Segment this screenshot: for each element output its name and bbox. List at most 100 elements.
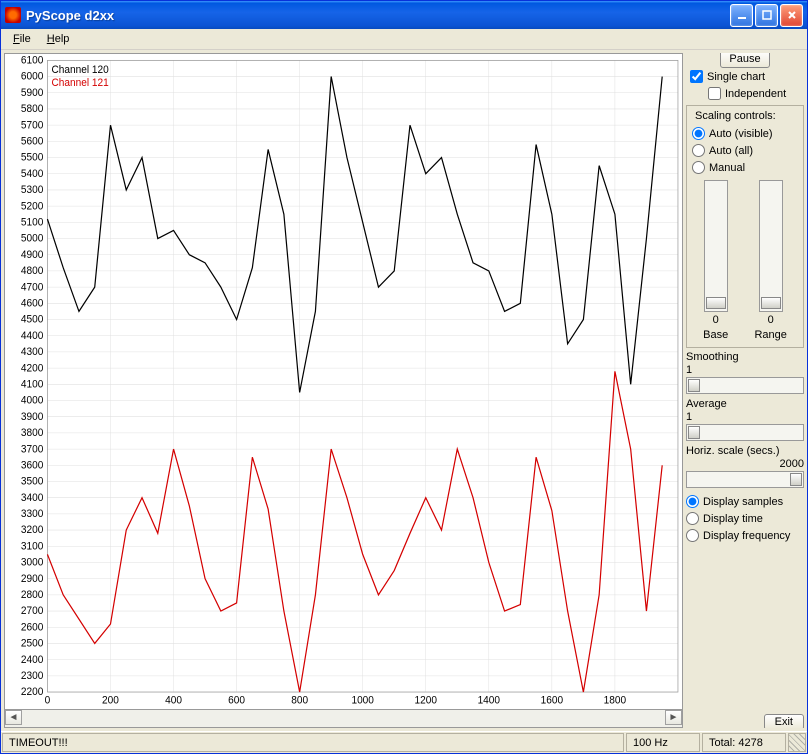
svg-text:400: 400 <box>165 696 182 707</box>
average-slider[interactable] <box>686 424 804 441</box>
svg-text:5000: 5000 <box>21 234 44 245</box>
close-button[interactable] <box>780 4 803 27</box>
svg-text:4600: 4600 <box>21 298 44 309</box>
svg-text:1600: 1600 <box>541 696 564 707</box>
minimize-button[interactable] <box>730 4 753 27</box>
status-message: TIMEOUT!!! <box>2 733 624 752</box>
svg-text:4900: 4900 <box>21 250 44 261</box>
svg-text:2400: 2400 <box>21 655 44 666</box>
radio-auto-all[interactable] <box>692 144 705 157</box>
radio-auto-visible[interactable] <box>692 127 705 140</box>
svg-text:200: 200 <box>102 696 119 707</box>
svg-text:600: 600 <box>228 696 245 707</box>
single-chart-label: Single chart <box>707 71 765 83</box>
svg-text:3000: 3000 <box>21 557 44 568</box>
svg-text:3900: 3900 <box>21 412 44 423</box>
svg-text:2600: 2600 <box>21 622 44 633</box>
resize-grip[interactable] <box>788 733 806 752</box>
svg-text:2300: 2300 <box>21 671 44 682</box>
status-total: Total: 4278 <box>702 733 786 752</box>
svg-text:5700: 5700 <box>21 120 44 131</box>
app-window: PyScope d2xx File Help 22002300240025002… <box>0 0 808 754</box>
maximize-button[interactable] <box>755 4 778 27</box>
titlebar[interactable]: PyScope d2xx <box>1 1 807 29</box>
svg-text:5200: 5200 <box>21 201 44 212</box>
scroll-right-arrow[interactable]: ► <box>665 710 682 725</box>
scroll-left-arrow[interactable]: ◄ <box>5 710 22 725</box>
svg-text:6000: 6000 <box>21 72 44 83</box>
base-slider[interactable] <box>704 180 728 312</box>
svg-text:4500: 4500 <box>21 315 44 326</box>
average-value: 1 <box>686 411 804 423</box>
window-title: PyScope d2xx <box>26 8 730 23</box>
svg-text:5600: 5600 <box>21 136 44 147</box>
radio-display-samples[interactable] <box>686 495 699 508</box>
status-hz: 100 Hz <box>626 733 700 752</box>
svg-text:3700: 3700 <box>21 444 44 455</box>
svg-text:3600: 3600 <box>21 460 44 471</box>
svg-text:3100: 3100 <box>21 541 44 552</box>
range-slider[interactable] <box>759 180 783 312</box>
svg-text:3300: 3300 <box>21 509 44 520</box>
svg-text:5500: 5500 <box>21 153 44 164</box>
svg-text:5800: 5800 <box>21 104 44 115</box>
svg-text:Channel 121: Channel 121 <box>51 78 108 89</box>
svg-text:1200: 1200 <box>415 696 438 707</box>
range-label: Range <box>754 329 786 341</box>
svg-text:5100: 5100 <box>21 217 44 228</box>
independent-checkbox[interactable] <box>708 87 721 100</box>
svg-text:6100: 6100 <box>21 55 44 66</box>
horizontal-scrollbar[interactable]: ◄ ► <box>4 710 683 728</box>
radio-display-frequency[interactable] <box>686 529 699 542</box>
svg-text:2500: 2500 <box>21 638 44 649</box>
svg-text:4400: 4400 <box>21 331 44 342</box>
base-label: Base <box>703 329 728 341</box>
svg-text:3400: 3400 <box>21 493 44 504</box>
svg-text:5400: 5400 <box>21 169 44 180</box>
pause-button[interactable]: Pause <box>720 53 769 68</box>
svg-text:4200: 4200 <box>21 363 44 374</box>
scaling-group: Scaling controls: Auto (visible) Auto (a… <box>686 105 804 348</box>
svg-text:4300: 4300 <box>21 347 44 358</box>
smoothing-label: Smoothing <box>686 351 804 363</box>
svg-text:2700: 2700 <box>21 606 44 617</box>
svg-text:3500: 3500 <box>21 476 44 487</box>
scaling-title: Scaling controls: <box>692 110 779 122</box>
exit-button[interactable]: Exit <box>764 714 804 728</box>
menu-file[interactable]: File <box>5 31 39 47</box>
svg-text:1000: 1000 <box>351 696 374 707</box>
horiz-label: Horiz. scale (secs.) <box>686 445 804 457</box>
statusbar: TIMEOUT!!! 100 Hz Total: 4278 <box>1 731 807 753</box>
radio-manual[interactable] <box>692 161 705 174</box>
svg-text:5900: 5900 <box>21 88 44 99</box>
svg-text:4000: 4000 <box>21 395 44 406</box>
svg-text:Channel 120: Channel 120 <box>51 65 108 76</box>
range-value: 0 <box>768 314 774 326</box>
svg-text:2800: 2800 <box>21 590 44 601</box>
chart-area: 2200 2300 2400 2500 2600 2700 2800 2900 3000 3100… <box>4 53 683 710</box>
app-icon <box>5 7 21 23</box>
svg-text:1800: 1800 <box>604 696 627 707</box>
horiz-slider[interactable] <box>686 471 804 488</box>
svg-text:800: 800 <box>291 696 308 707</box>
svg-text:5300: 5300 <box>21 185 44 196</box>
base-value: 0 <box>713 314 719 326</box>
single-chart-checkbox[interactable] <box>690 70 703 83</box>
svg-text:2900: 2900 <box>21 574 44 585</box>
radio-display-time[interactable] <box>686 512 699 525</box>
menu-help[interactable]: Help <box>39 31 78 47</box>
svg-text:4100: 4100 <box>21 379 44 390</box>
horiz-value: 2000 <box>686 458 804 470</box>
svg-text:2200: 2200 <box>21 687 44 698</box>
smoothing-slider[interactable] <box>686 377 804 394</box>
menubar: File Help <box>1 29 807 50</box>
svg-text:3800: 3800 <box>21 428 44 439</box>
svg-text:4700: 4700 <box>21 282 44 293</box>
independent-label: Independent <box>725 88 786 100</box>
average-label: Average <box>686 398 804 410</box>
side-panel: Pause Single chart Independent Scaling c… <box>686 53 804 728</box>
smoothing-value: 1 <box>686 364 804 376</box>
svg-text:4800: 4800 <box>21 266 44 277</box>
svg-text:3200: 3200 <box>21 525 44 536</box>
svg-text:0: 0 <box>45 696 51 707</box>
